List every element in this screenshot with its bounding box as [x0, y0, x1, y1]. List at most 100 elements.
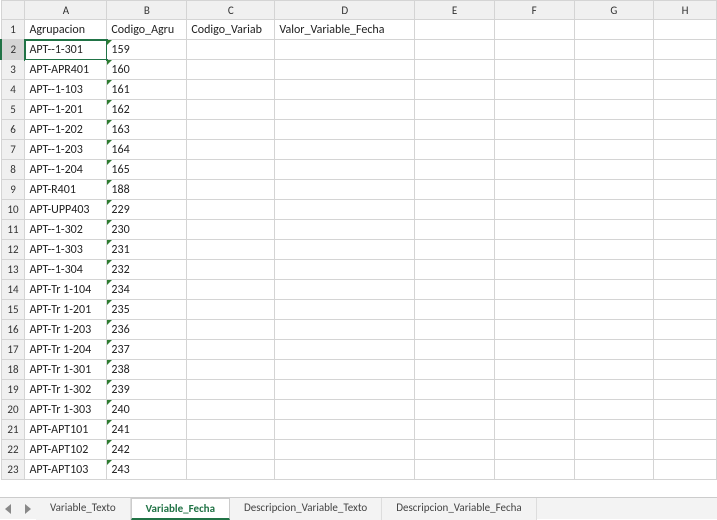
cell-C15[interactable]	[187, 300, 275, 320]
cell-A12[interactable]: APT--1-303	[25, 240, 107, 260]
cell-E22[interactable]	[415, 440, 495, 460]
cell-A16[interactable]: APT-Tr 1-203	[25, 320, 107, 340]
cell-F16[interactable]	[494, 320, 574, 340]
cell-B1[interactable]: Codigo_Agru	[107, 20, 187, 40]
row-header[interactable]: 10	[1, 200, 25, 220]
cell-D8[interactable]	[275, 160, 415, 180]
cell-G11[interactable]	[574, 220, 654, 240]
cell-C18[interactable]	[187, 360, 275, 380]
cell-D20[interactable]	[275, 400, 415, 420]
cell-B3[interactable]: 160	[107, 60, 187, 80]
column-header-D[interactable]: D	[275, 1, 415, 20]
cell-A6[interactable]: APT--1-202	[25, 120, 107, 140]
row-header[interactable]: 3	[1, 60, 25, 80]
column-header-A[interactable]: A	[25, 1, 107, 20]
cell-B9[interactable]: 188	[107, 180, 187, 200]
sheet-tab[interactable]: Variable_Texto	[36, 498, 131, 520]
cell-E6[interactable]	[415, 120, 495, 140]
cell-C19[interactable]	[187, 380, 275, 400]
cell-A15[interactable]: APT-Tr 1-201	[25, 300, 107, 320]
cell-E1[interactable]	[415, 20, 495, 40]
cell-G20[interactable]	[574, 400, 654, 420]
cell-G15[interactable]	[574, 300, 654, 320]
column-header-G[interactable]: G	[574, 1, 654, 20]
cell-B23[interactable]: 243	[107, 460, 187, 480]
cell-E5[interactable]	[415, 100, 495, 120]
cell-E8[interactable]	[415, 160, 495, 180]
row-header[interactable]: 22	[1, 440, 25, 460]
cell-H20[interactable]	[654, 400, 717, 420]
cell-A9[interactable]: APT-R401	[25, 180, 107, 200]
cell-H3[interactable]	[654, 60, 717, 80]
cell-C12[interactable]	[187, 240, 275, 260]
cell-H11[interactable]	[654, 220, 717, 240]
cell-C16[interactable]	[187, 320, 275, 340]
cell-C14[interactable]	[187, 280, 275, 300]
cell-B13[interactable]: 232	[107, 260, 187, 280]
cell-F12[interactable]	[494, 240, 574, 260]
sheet-tab[interactable]: Variable_Fecha	[131, 498, 230, 520]
cell-C1[interactable]: Codigo_Variab	[187, 20, 275, 40]
cell-E10[interactable]	[415, 200, 495, 220]
cell-F11[interactable]	[494, 220, 574, 240]
cell-C10[interactable]	[187, 200, 275, 220]
cell-A23[interactable]: APT-APT103	[25, 460, 107, 480]
cell-E23[interactable]	[415, 460, 495, 480]
tab-nav-next[interactable]	[18, 498, 36, 520]
cell-E20[interactable]	[415, 400, 495, 420]
cell-F7[interactable]	[494, 140, 574, 160]
row-header[interactable]: 20	[1, 400, 25, 420]
cell-H17[interactable]	[654, 340, 717, 360]
cell-B6[interactable]: 163	[107, 120, 187, 140]
cell-F9[interactable]	[494, 180, 574, 200]
cell-G13[interactable]	[574, 260, 654, 280]
sheet-tab[interactable]: Descripcion_Variable_Fecha	[382, 498, 536, 520]
cell-G1[interactable]	[574, 20, 654, 40]
cell-D19[interactable]	[275, 380, 415, 400]
cell-E18[interactable]	[415, 360, 495, 380]
cell-D13[interactable]	[275, 260, 415, 280]
cell-C9[interactable]	[187, 180, 275, 200]
cell-F19[interactable]	[494, 380, 574, 400]
cell-G10[interactable]	[574, 200, 654, 220]
cell-D4[interactable]	[275, 80, 415, 100]
cell-H15[interactable]	[654, 300, 717, 320]
cell-E11[interactable]	[415, 220, 495, 240]
cell-F4[interactable]	[494, 80, 574, 100]
cell-D17[interactable]	[275, 340, 415, 360]
cell-D2[interactable]	[275, 40, 415, 60]
row-header[interactable]: 5	[1, 100, 25, 120]
cell-A18[interactable]: APT-Tr 1-301	[25, 360, 107, 380]
cell-A20[interactable]: APT-Tr 1-303	[25, 400, 107, 420]
cell-F23[interactable]	[494, 460, 574, 480]
cell-A1[interactable]: Agrupacion	[25, 20, 107, 40]
cell-C23[interactable]	[187, 460, 275, 480]
cell-G2[interactable]	[574, 40, 654, 60]
cell-G5[interactable]	[574, 100, 654, 120]
row-header[interactable]: 15	[1, 300, 25, 320]
row-header[interactable]: 6	[1, 120, 25, 140]
cell-D22[interactable]	[275, 440, 415, 460]
row-header[interactable]: 11	[1, 220, 25, 240]
cell-F13[interactable]	[494, 260, 574, 280]
cell-B5[interactable]: 162	[107, 100, 187, 120]
cell-A22[interactable]: APT-APT102	[25, 440, 107, 460]
cell-B7[interactable]: 164	[107, 140, 187, 160]
cell-D3[interactable]	[275, 60, 415, 80]
cell-E16[interactable]	[415, 320, 495, 340]
cell-F14[interactable]	[494, 280, 574, 300]
cell-A10[interactable]: APT-UPP403	[25, 200, 107, 220]
cell-A21[interactable]: APT-APT101	[25, 420, 107, 440]
cell-H4[interactable]	[654, 80, 717, 100]
cell-A19[interactable]: APT-Tr 1-302	[25, 380, 107, 400]
cell-B12[interactable]: 231	[107, 240, 187, 260]
cell-A14[interactable]: APT-Tr 1-104	[25, 280, 107, 300]
row-header[interactable]: 4	[1, 80, 25, 100]
cell-E17[interactable]	[415, 340, 495, 360]
cell-D10[interactable]	[275, 200, 415, 220]
row-header[interactable]: 19	[1, 380, 25, 400]
cell-F10[interactable]	[494, 200, 574, 220]
cell-E9[interactable]	[415, 180, 495, 200]
cell-G8[interactable]	[574, 160, 654, 180]
cell-B19[interactable]: 239	[107, 380, 187, 400]
